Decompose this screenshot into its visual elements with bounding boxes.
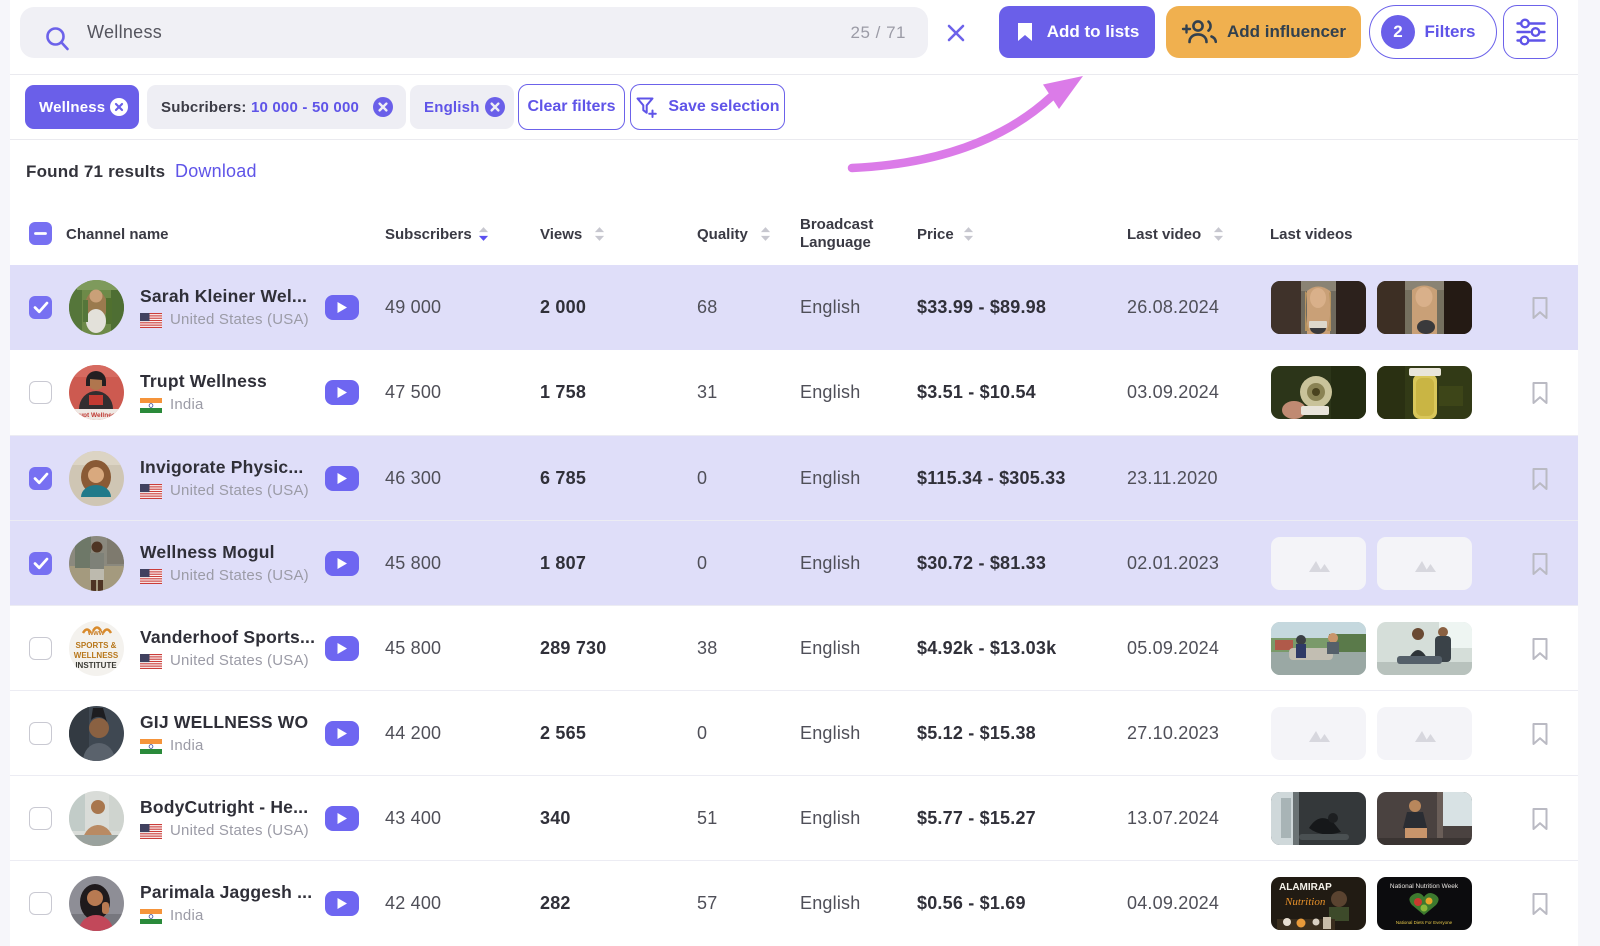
svg-text:National Diets For Everyone: National Diets For Everyone [1396,920,1453,925]
svg-text:WELLNESS: WELLNESS [74,651,119,660]
svg-text:Trupt Wellness: Trupt Wellness [73,412,119,419]
svg-text:National Nutrition Week: National Nutrition Week [1390,883,1459,890]
svg-text:SPORTS &: SPORTS & [76,641,117,650]
svg-text:Nutrition: Nutrition [1284,896,1326,908]
svg-text:ALAMIRAP: ALAMIRAP [1279,882,1332,893]
svg-text:INSTITUTE: INSTITUTE [75,661,117,670]
